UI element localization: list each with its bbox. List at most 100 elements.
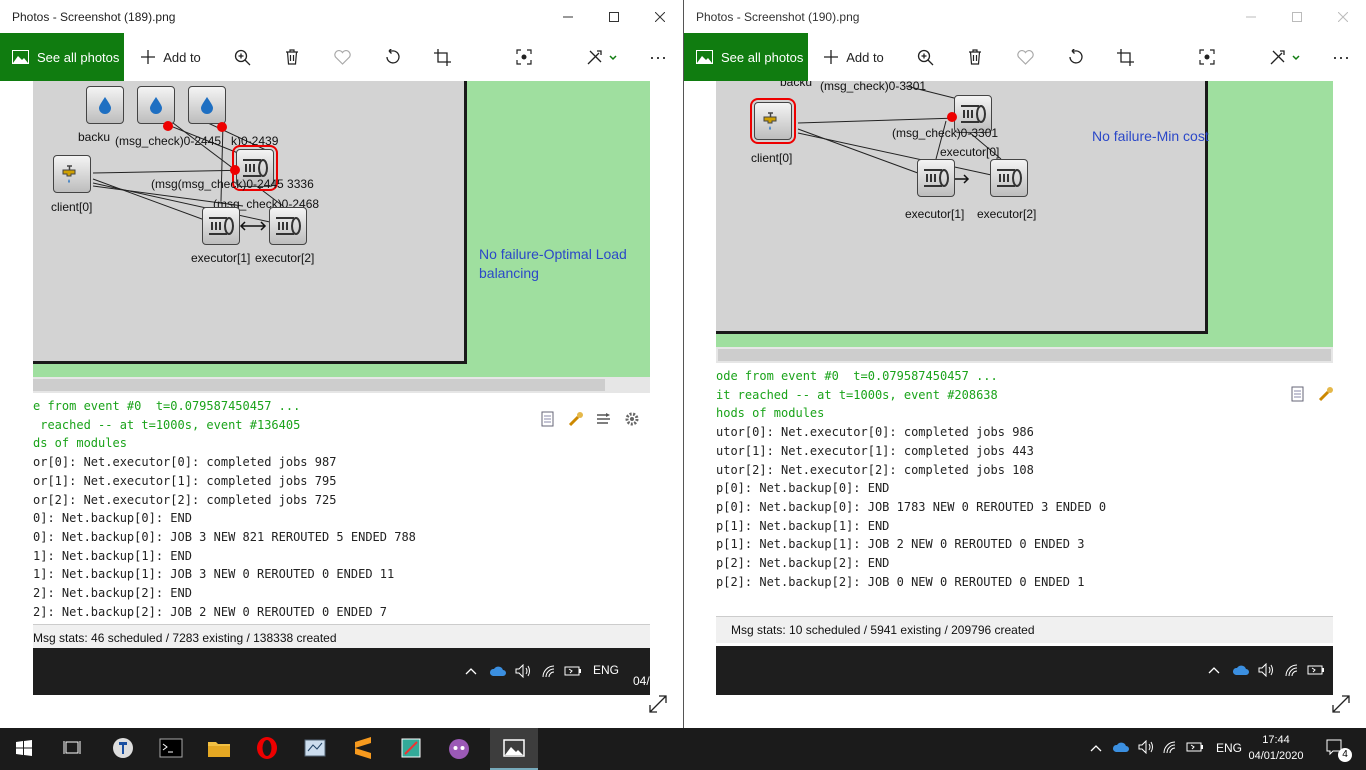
drop-icon: [150, 97, 162, 114]
msg-label: (msg_check)0-3301: [820, 81, 927, 93]
more-button[interactable]: ···: [644, 33, 672, 81]
network-icon[interactable]: [1162, 740, 1178, 757]
msg-label: (msg(msg_check)0-2445 3336: [151, 177, 314, 191]
msg-stats: Msg stats: 10 scheduled / 5941 existing …: [731, 623, 1035, 637]
crop-button[interactable]: [1111, 33, 1139, 81]
maximize-button[interactable]: [1274, 0, 1320, 33]
console-line: p[2]: Net.backup[2]: JOB 0 NEW 0 REROUTE…: [716, 574, 1085, 589]
client-label: client[0]: [51, 200, 93, 214]
edit-icon: [587, 49, 617, 64]
favorite-button[interactable]: [1011, 33, 1039, 81]
executor-node-1[interactable]: [202, 207, 240, 245]
filter-icon[interactable]: [594, 409, 614, 429]
message-dot: [217, 122, 227, 132]
see-all-photos-button[interactable]: See all photos: [684, 33, 808, 81]
copy-icon[interactable]: [538, 409, 558, 429]
taskbar-terminal[interactable]: [148, 728, 194, 768]
volume-icon[interactable]: [1138, 739, 1154, 757]
zoom-in-button[interactable]: [228, 33, 256, 81]
cloud-icon[interactable]: [1112, 741, 1130, 756]
client-node[interactable]: [750, 98, 796, 144]
photos-window-left[interactable]: Photos - Screenshot (189).png See all ph…: [0, 0, 684, 728]
sublime-icon: [355, 737, 371, 759]
rotate-button[interactable]: [1061, 33, 1089, 81]
executor-node-1[interactable]: [917, 159, 955, 197]
title-bar[interactable]: Photos - Screenshot (189).png: [0, 0, 683, 33]
horizontal-scrollbar[interactable]: [716, 347, 1333, 363]
photos-icon: [503, 739, 525, 757]
taskbar-app-5[interactable]: [292, 728, 338, 768]
taskbar-sublime[interactable]: [340, 728, 386, 768]
taskbar-photos[interactable]: [490, 728, 538, 770]
executor-node-2[interactable]: [269, 207, 307, 245]
chevron-up-icon: [463, 662, 479, 680]
delete-button[interactable]: [961, 33, 989, 81]
scrollbar-thumb[interactable]: [718, 349, 1331, 361]
executor-node-2[interactable]: [990, 159, 1028, 197]
chevron-up-icon: [1206, 661, 1222, 679]
console-line: p[0]: Net.backup[0]: JOB 1783 NEW 0 RERO…: [716, 499, 1107, 514]
folder-icon: [208, 742, 230, 757]
enhance-icon: [1199, 49, 1215, 65]
scrollbar-thumb[interactable]: [33, 379, 605, 391]
maximize-button[interactable]: [591, 0, 637, 33]
executor-label: executor[0]: [940, 145, 1000, 159]
expand-icon[interactable]: [647, 693, 669, 715]
zoom-in-button[interactable]: [911, 33, 939, 81]
executor-label: executor[2]: [255, 251, 315, 265]
close-button[interactable]: [637, 0, 683, 33]
task-view-button[interactable]: [48, 728, 96, 768]
photos-window-right[interactable]: Photos - Screenshot (190).png See all ph…: [684, 0, 1366, 728]
client-node[interactable]: [53, 155, 91, 193]
edit-create-button[interactable]: [1265, 33, 1305, 81]
edit-create-button[interactable]: [582, 33, 622, 81]
more-button[interactable]: ···: [1327, 33, 1355, 81]
photo-viewer: backu (msg_check)0-2445 k)0-2439 client[…: [0, 81, 683, 728]
volume-icon: [513, 662, 533, 680]
delete-button[interactable]: [278, 33, 306, 81]
horizontal-scrollbar[interactable]: [33, 377, 650, 393]
queue-icon: [209, 217, 234, 235]
taskbar-app-1[interactable]: [100, 728, 146, 768]
console-line: 1]: Net.backup[1]: JOB 3 NEW 0 REROUTED …: [33, 567, 395, 582]
drop-icon: [201, 97, 213, 114]
system-tray: ENG: [1090, 728, 1242, 768]
taskbar-file-explorer[interactable]: [196, 728, 242, 768]
enhance-button[interactable]: [1193, 33, 1221, 81]
console-line: 1]: Net.backup[1]: END: [33, 548, 192, 563]
see-all-label: See all photos: [721, 49, 804, 65]
crop-button[interactable]: [428, 33, 456, 81]
add-to-button[interactable]: Add to: [136, 33, 206, 81]
taskbar-opera[interactable]: [244, 728, 290, 768]
close-button[interactable]: [1320, 0, 1366, 33]
copy-icon[interactable]: [1288, 384, 1308, 404]
tap-icon: [62, 165, 76, 183]
find-icon[interactable]: [1316, 384, 1333, 404]
language-indicator[interactable]: ENG: [1216, 741, 1242, 755]
enhance-button[interactable]: [510, 33, 538, 81]
minimize-button[interactable]: [1228, 0, 1274, 33]
app-icon: [304, 739, 326, 757]
title-bar[interactable]: Photos - Screenshot (190).png: [684, 0, 1366, 33]
minimize-button[interactable]: [545, 0, 591, 33]
start-button[interactable]: [0, 728, 48, 768]
backup-node-0[interactable]: [86, 86, 124, 124]
favorite-button[interactable]: [328, 33, 356, 81]
chevron-up-icon[interactable]: [1090, 741, 1102, 755]
taskbar-app-8[interactable]: [436, 728, 482, 768]
see-all-photos-button[interactable]: See all photos: [0, 33, 124, 81]
action-center-button[interactable]: 4: [1316, 728, 1356, 768]
clock[interactable]: 17:44 04/01/2020: [1246, 732, 1306, 764]
taskbar-app-7[interactable]: [388, 728, 434, 768]
backup-node-1[interactable]: [137, 86, 175, 124]
expand-icon[interactable]: [1330, 693, 1352, 715]
status-bar: Msg stats: 10 scheduled / 5941 existing …: [716, 616, 1333, 643]
console-line: e from event #0 t=0.079587450457 ...: [33, 399, 301, 413]
queue-icon: [924, 169, 949, 187]
find-icon[interactable]: [566, 409, 586, 429]
settings-icon[interactable]: [622, 409, 642, 429]
backup-node-2[interactable]: [188, 86, 226, 124]
battery-icon[interactable]: [1186, 741, 1204, 756]
add-to-button[interactable]: Add to: [819, 33, 889, 81]
rotate-button[interactable]: [378, 33, 406, 81]
